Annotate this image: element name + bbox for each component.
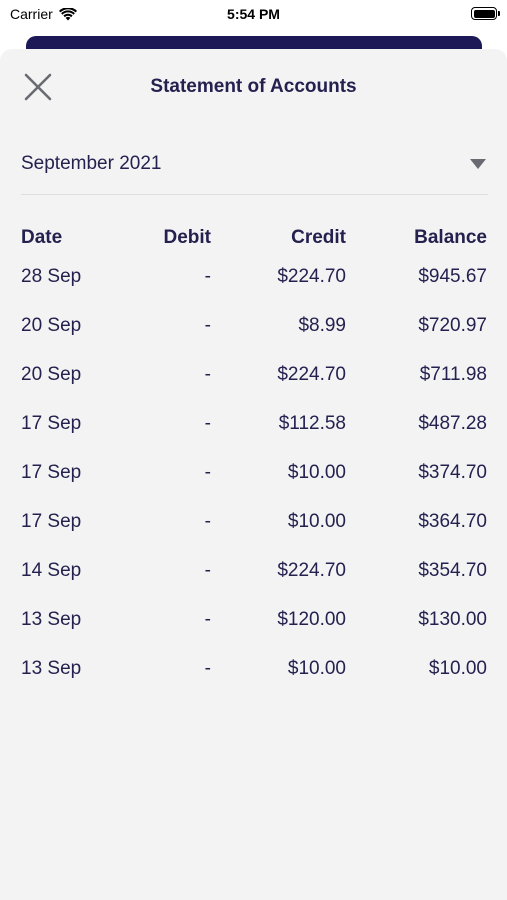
statement-table: Date Debit Credit Balance 28 Sep - $224.…: [21, 224, 487, 704]
table-row: 20 Sep - $8.99 $720.97: [21, 312, 487, 361]
statement-sheet: Statement of Accounts September 2021 Dat…: [0, 49, 507, 900]
header-balance: Balance: [414, 227, 487, 248]
status-bar: Carrier 5:54 PM: [0, 0, 507, 30]
row-debit: -: [204, 364, 211, 385]
battery-icon: [471, 7, 500, 20]
row-date: 17 Sep: [21, 511, 82, 532]
header-date: Date: [21, 227, 63, 248]
header-debit: Debit: [163, 227, 212, 248]
table-row: 20 Sep - $224.70 $711.98: [21, 361, 487, 410]
row-date: 20 Sep: [21, 364, 82, 385]
row-credit: $224.70: [277, 560, 346, 581]
row-credit: $112.58: [278, 413, 346, 434]
row-credit: $10.00: [287, 462, 346, 483]
row-balance: $487.28: [418, 413, 487, 434]
caret-down-icon: [470, 159, 486, 169]
table-row: 17 Sep - $10.00 $374.70: [21, 459, 487, 508]
row-date: 17 Sep: [21, 413, 82, 434]
table-row: 17 Sep - $112.58 $487.28: [21, 410, 487, 459]
row-credit: $224.70: [277, 266, 346, 287]
row-balance: $364.70: [418, 511, 487, 532]
row-balance: $720.97: [418, 315, 487, 336]
row-date: 14 Sep: [21, 560, 82, 581]
row-credit: $120.00: [277, 609, 346, 630]
table-row: 17 Sep - $10.00 $364.70: [21, 508, 487, 557]
row-debit: -: [204, 658, 211, 679]
row-credit: $10.00: [287, 658, 346, 679]
row-balance: $711.98: [419, 364, 487, 385]
table-row: 28 Sep - $224.70 $945.67: [21, 263, 487, 312]
header-credit: Credit: [291, 227, 346, 248]
row-debit: -: [204, 413, 211, 434]
row-balance: $374.70: [418, 462, 487, 483]
table-row: 13 Sep - $10.00 $10.00: [21, 655, 487, 704]
row-debit: -: [204, 266, 211, 287]
month-select[interactable]: September 2021: [21, 143, 488, 195]
table-header: Date Debit Credit Balance: [21, 224, 487, 263]
month-select-value: September 2021: [21, 153, 162, 174]
row-credit: $10.00: [287, 511, 346, 532]
row-balance: $354.70: [418, 560, 487, 581]
row-date: 20 Sep: [21, 315, 82, 336]
row-debit: -: [204, 560, 211, 581]
row-debit: -: [204, 462, 211, 483]
row-debit: -: [204, 315, 211, 336]
row-debit: -: [204, 609, 211, 630]
status-time: 5:54 PM: [227, 6, 280, 22]
row-date: 28 Sep: [21, 266, 82, 287]
row-date: 13 Sep: [21, 609, 82, 630]
row-balance: $130.00: [418, 609, 487, 630]
table-row: 14 Sep - $224.70 $354.70: [21, 557, 487, 606]
page-title: Statement of Accounts: [150, 76, 357, 97]
row-date: 13 Sep: [21, 658, 82, 679]
table-row: 13 Sep - $120.00 $130.00: [21, 606, 487, 655]
row-balance: $945.67: [418, 266, 487, 287]
battery-level: [473, 9, 495, 18]
row-credit: $224.70: [277, 364, 346, 385]
row-date: 17 Sep: [21, 462, 82, 483]
row-balance: $10.00: [428, 658, 487, 679]
row-debit: -: [204, 511, 211, 532]
row-credit: $8.99: [298, 315, 346, 336]
